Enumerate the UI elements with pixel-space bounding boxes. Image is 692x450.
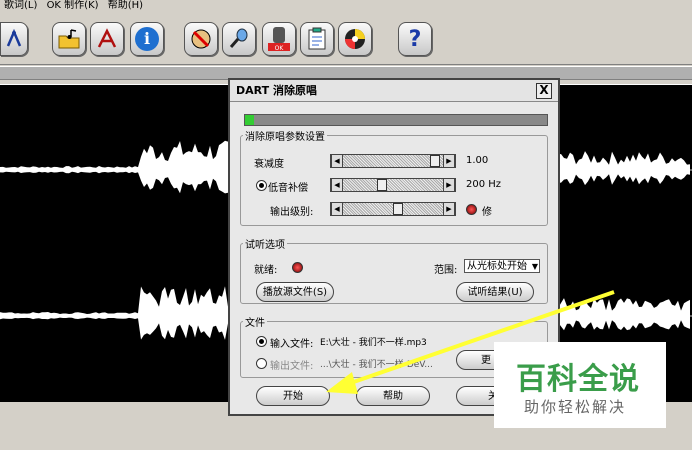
info-icon[interactable]: i bbox=[130, 22, 164, 56]
bass-label: 低音补偿 bbox=[268, 183, 308, 194]
range-select[interactable]: 从光标处开始 ▼ bbox=[464, 259, 540, 273]
cd-icon[interactable] bbox=[338, 22, 372, 56]
slider-right-arrow-icon[interactable]: ▶ bbox=[443, 179, 455, 191]
menu-lyrics[interactable]: 歌词(L) bbox=[4, 0, 37, 11]
notepad-icon[interactable] bbox=[300, 22, 334, 56]
slider-left-arrow-icon[interactable]: ◀ bbox=[331, 179, 343, 191]
menu-help[interactable]: 帮助(H) bbox=[108, 0, 143, 11]
progress-fill bbox=[245, 115, 255, 125]
slider-right-arrow-icon[interactable]: ▶ bbox=[443, 155, 455, 167]
text-a-icon[interactable] bbox=[90, 22, 124, 56]
watermark-subtitle: 助你轻松解决 bbox=[524, 398, 627, 416]
menu-bar: 歌词(L) OK 制作(K) 帮助(H) bbox=[0, 0, 692, 14]
output-file-path: ...\大壮 - 我们不一样-DeV... bbox=[320, 360, 433, 370]
mic-icon[interactable] bbox=[222, 22, 256, 56]
listen-legend: 试听选项 bbox=[245, 240, 285, 251]
help-icon[interactable]: ? bbox=[398, 22, 432, 56]
range-label: 范围: bbox=[434, 265, 458, 276]
output-led-icon[interactable] bbox=[466, 204, 477, 215]
params-legend: 消除原唱参数设置 bbox=[245, 132, 325, 143]
output-file-radio[interactable] bbox=[256, 358, 267, 369]
watermark: 百科全说 助你轻松解决 bbox=[494, 342, 666, 428]
listen-result-button[interactable]: 试听结果(U) bbox=[456, 282, 534, 302]
svg-text:OK: OK bbox=[275, 45, 285, 52]
output-file-label: 输出文件: bbox=[270, 361, 314, 372]
watermark-title: 百科全说 bbox=[516, 362, 640, 397]
toolbar: i OK ? bbox=[0, 14, 692, 65]
output-level-slider[interactable]: ◀ ▶ bbox=[330, 202, 456, 216]
chevron-down-icon[interactable]: ▼ bbox=[532, 260, 538, 274]
attenuation-label: 衰减度 bbox=[254, 159, 284, 170]
mute-icon[interactable] bbox=[184, 22, 218, 56]
music-folder-icon[interactable] bbox=[52, 22, 86, 56]
bass-comp-checkbox[interactable] bbox=[256, 180, 267, 191]
ready-led-icon bbox=[292, 262, 303, 273]
dialog-title-text: DART 消除原唱 bbox=[236, 84, 317, 97]
files-legend: 文件 bbox=[245, 318, 265, 329]
info-glyph: i bbox=[135, 27, 159, 51]
slider-left-arrow-icon[interactable]: ◀ bbox=[331, 203, 343, 215]
bass-slider[interactable]: ◀ ▶ bbox=[330, 178, 456, 192]
attenuation-thumb[interactable] bbox=[430, 155, 441, 167]
input-file-label: 输入文件: bbox=[270, 339, 314, 350]
attenuation-value: 1.00 bbox=[466, 155, 489, 166]
ready-label: 就绪: bbox=[254, 265, 278, 276]
play-source-button[interactable]: 播放源文件(S) bbox=[256, 282, 334, 302]
bass-value: 200 Hz bbox=[466, 179, 502, 190]
ok-icon[interactable]: OK bbox=[262, 22, 296, 56]
compass-icon[interactable] bbox=[0, 22, 28, 56]
output-level-thumb[interactable] bbox=[392, 203, 403, 215]
output-level-value: 修 bbox=[482, 207, 492, 218]
help-glyph: ? bbox=[408, 26, 422, 52]
start-button[interactable]: 开始 bbox=[256, 386, 330, 406]
progress-bar bbox=[244, 114, 548, 126]
output-level-label: 输出级别: bbox=[270, 207, 314, 218]
range-select-value: 从光标处开始 bbox=[467, 261, 527, 272]
slider-left-arrow-icon[interactable]: ◀ bbox=[331, 155, 343, 167]
help-button[interactable]: 帮助 bbox=[356, 386, 430, 406]
bass-thumb[interactable] bbox=[376, 179, 387, 191]
input-file-radio[interactable] bbox=[256, 336, 267, 347]
attenuation-slider[interactable]: ◀ ▶ bbox=[330, 154, 456, 168]
slider-right-arrow-icon[interactable]: ▶ bbox=[443, 203, 455, 215]
menu-ok-make[interactable]: OK 制作(K) bbox=[47, 0, 99, 11]
dialog-title: DART 消除原唱 X bbox=[230, 80, 558, 102]
input-file-path: E:\大壮 - 我们不一样.mp3 bbox=[320, 338, 427, 348]
close-icon[interactable]: X bbox=[536, 83, 552, 99]
